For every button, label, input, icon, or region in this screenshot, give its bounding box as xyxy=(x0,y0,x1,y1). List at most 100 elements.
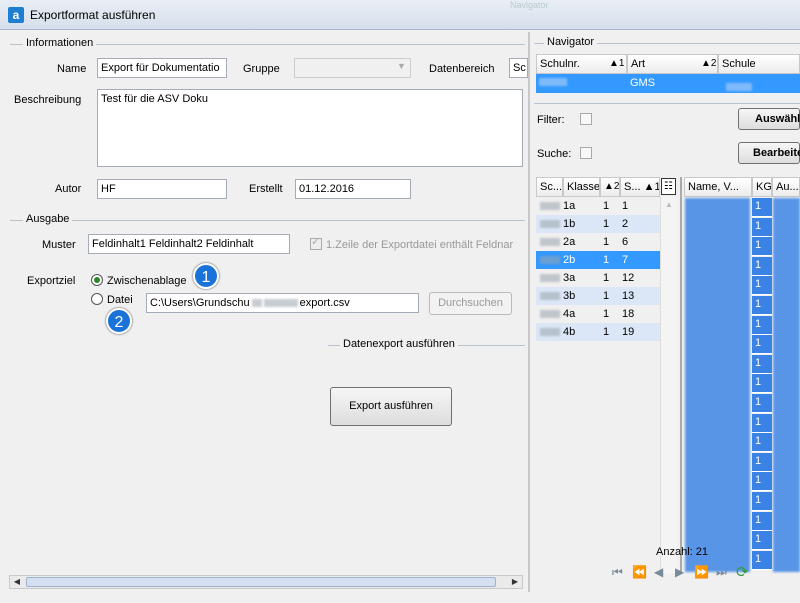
class-s: 18 xyxy=(622,308,635,320)
student-kg-cell[interactable]: 1 xyxy=(752,296,772,315)
student-kg-cell[interactable]: 1 xyxy=(752,452,772,472)
class-klasse: 2a xyxy=(563,236,576,248)
redacted xyxy=(251,299,262,308)
column-header-schule[interactable]: Schule xyxy=(718,54,800,74)
student-kg-cell[interactable]: 1 xyxy=(752,256,772,276)
radio-zwischenablage[interactable] xyxy=(91,274,103,286)
filter-checkbox[interactable] xyxy=(580,113,592,125)
student-kg-cell[interactable]: 1 xyxy=(752,511,772,531)
class-s: 1 xyxy=(622,200,629,212)
class-n: 1 xyxy=(603,254,610,266)
muster-field[interactable]: Feldinhalt1 Feldinhalt2 Feldinhalt xyxy=(88,234,290,254)
scroll-right-icon[interactable]: ▶ xyxy=(508,576,522,588)
class-klasse: 3a xyxy=(563,272,576,284)
class-n: 1 xyxy=(603,272,610,284)
student-kg-cell[interactable]: 1 xyxy=(752,354,772,374)
column-header-sc[interactable]: Sc... xyxy=(536,177,563,197)
column-header-sort[interactable]: ▲2 xyxy=(600,177,620,197)
bearbeiten-button[interactable]: Bearbeite xyxy=(738,142,800,164)
scroll-up-icon[interactable]: ▲ xyxy=(661,200,677,209)
student-kg-cell[interactable]: 1 xyxy=(752,217,772,237)
column-header-klasse[interactable]: Klasse xyxy=(563,177,600,197)
previous-record-icon[interactable]: ◀ xyxy=(654,565,663,579)
column-header-name[interactable]: Name, V... xyxy=(684,177,752,197)
previous-page-icon[interactable]: ⏪ xyxy=(632,565,647,579)
suche-checkbox[interactable] xyxy=(580,147,592,159)
last-record-icon[interactable]: ⏭ xyxy=(716,565,727,580)
erstellt-field[interactable]: 01.12.2016 xyxy=(295,179,411,199)
next-page-icon[interactable]: ⏩ xyxy=(694,565,709,579)
chevron-down-icon[interactable]: ▼ xyxy=(397,61,406,71)
class-row[interactable]: 3b 1 13 xyxy=(536,287,660,305)
student-kg-cell[interactable]: 1 xyxy=(752,237,772,257)
name-field[interactable]: Export für Dokumentatio xyxy=(97,58,227,78)
redacted xyxy=(540,310,560,318)
student-kg-cell[interactable]: 1 xyxy=(752,550,772,570)
class-row[interactable]: 3a 1 12 xyxy=(536,269,660,287)
beschreibung-label: Beschreibung xyxy=(14,94,82,106)
class-row[interactable]: 2b 1 7 xyxy=(536,251,660,269)
splitter[interactable] xyxy=(680,177,682,573)
column-header-s[interactable]: S... ▲1 xyxy=(620,177,660,197)
radio-datei[interactable] xyxy=(91,293,103,305)
autor-field[interactable]: HF xyxy=(97,179,227,199)
file-path-field[interactable]: C:\Users\Grundschu export.csv xyxy=(146,293,419,313)
student-kg-cell[interactable]: 1 xyxy=(752,374,772,394)
filter-label: Filter: xyxy=(537,114,565,126)
student-kg-cell[interactable]: 1 xyxy=(752,335,772,355)
student-kg-cell[interactable]: 1 xyxy=(752,198,772,217)
window-title: Exportformat ausführen xyxy=(30,8,156,22)
student-kg-cell[interactable]: 1 xyxy=(752,433,772,453)
redacted-student-names xyxy=(685,198,750,572)
student-kg-cell[interactable]: 1 xyxy=(752,315,772,335)
class-row[interactable]: 1b 1 2 xyxy=(536,215,660,233)
auswahl-button[interactable]: Auswähl xyxy=(738,108,800,130)
section-navigator: Navigator xyxy=(544,36,598,48)
class-n: 1 xyxy=(603,218,610,230)
class-klasse: 4a xyxy=(563,308,576,320)
class-n: 1 xyxy=(603,236,610,248)
redacted xyxy=(540,256,560,264)
student-kg-cell[interactable]: 1 xyxy=(752,531,772,551)
school-art: GMS xyxy=(630,77,656,89)
student-kg-cell[interactable]: 1 xyxy=(752,472,772,492)
app-icon: a xyxy=(8,7,24,23)
column-header-au[interactable]: Au... xyxy=(772,177,800,197)
refresh-icon[interactable]: ⟳ xyxy=(736,563,749,581)
class-row[interactable]: 4b 1 19 xyxy=(536,323,660,341)
class-row[interactable]: 4a 1 18 xyxy=(536,305,660,323)
class-s: 19 xyxy=(622,326,635,338)
exportziel-label: Exportziel xyxy=(27,275,76,287)
scroll-thumb[interactable] xyxy=(26,577,496,587)
vertical-scrollbar[interactable]: ▲ xyxy=(660,197,677,573)
callout-badge-2: 2 xyxy=(106,308,132,334)
durchsuchen-button[interactable]: Durchsuchen xyxy=(429,292,512,315)
class-row[interactable]: 2a 1 6 xyxy=(536,233,660,251)
scroll-left-icon[interactable]: ◀ xyxy=(10,576,24,588)
section-ausgabe: Ausgabe xyxy=(23,213,73,225)
student-kg-cell[interactable]: 1 xyxy=(752,413,772,433)
column-chooser-icon[interactable]: ☷ xyxy=(661,178,676,195)
student-kg-cell[interactable]: 1 xyxy=(752,394,772,413)
school-row[interactable] xyxy=(536,74,800,93)
background-tab-label: Navigator xyxy=(510,0,549,10)
redacted xyxy=(540,238,560,246)
first-record-icon[interactable]: ⏮ xyxy=(612,565,623,580)
horizontal-scrollbar[interactable]: ◀ ▶ xyxy=(9,575,523,589)
student-kg-cell[interactable]: 1 xyxy=(752,492,772,511)
export-settings-panel: Informationen Name Export für Dokumentat… xyxy=(5,32,528,592)
datenbereich-label: Datenbereich xyxy=(429,63,495,75)
beschreibung-textarea[interactable]: Test für die ASV Doku xyxy=(97,89,523,167)
export-ausfuehren-button[interactable]: Export ausführen xyxy=(330,387,452,426)
zwischenablage-label[interactable]: Zwischenablage xyxy=(107,275,187,287)
datenbereich-field[interactable]: Sc xyxy=(509,58,528,78)
gruppe-select[interactable] xyxy=(294,58,411,78)
class-klasse: 1a xyxy=(563,200,576,212)
next-record-icon[interactable]: ▶ xyxy=(675,565,684,579)
name-label: Name xyxy=(57,63,87,75)
column-header-kg[interactable]: KG xyxy=(752,177,772,197)
class-row[interactable]: 1a 1 1 xyxy=(536,197,660,215)
datei-label[interactable]: Datei xyxy=(107,294,133,306)
student-kg-cell[interactable]: 1 xyxy=(752,276,772,296)
export-window: a Exportformat ausführen Navigator Infor… xyxy=(0,0,800,603)
